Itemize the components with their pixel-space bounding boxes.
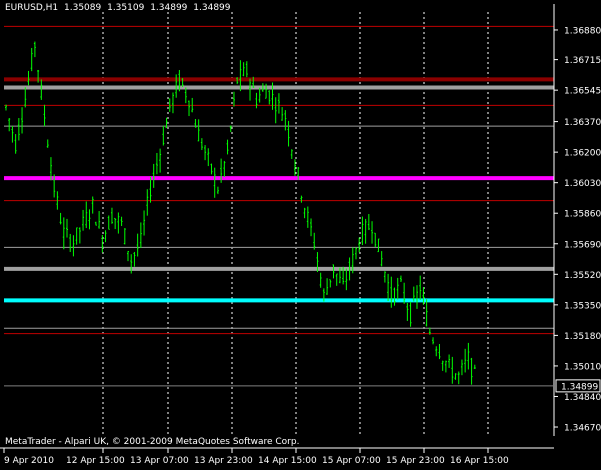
y-tick-label: 1.36715 xyxy=(564,56,601,66)
chart-header: EURUSD,H1 1.35089 1.35109 1.34899 1.3489… xyxy=(5,3,234,13)
y-tick-label: 1.36370 xyxy=(564,118,601,128)
y-tick-label: 1.35690 xyxy=(564,240,601,250)
y-tick-label: 1.36200 xyxy=(564,149,601,159)
grid-lines xyxy=(102,12,489,436)
x-tick-label: 15 Apr 07:00 xyxy=(322,456,381,466)
y-tick-label: 1.35180 xyxy=(564,332,601,342)
symbol-label: EURUSD,H1 xyxy=(5,3,59,13)
y-tick-label: 1.35520 xyxy=(564,271,601,281)
copyright-text: MetaTrader - Alpari UK, © 2001-2009 Meta… xyxy=(5,437,300,447)
y-tick-label: 1.35010 xyxy=(564,362,601,372)
high-value: 1.35109 xyxy=(107,3,145,13)
close-value: 1.34899 xyxy=(193,3,231,13)
y-tick-label: 1.36030 xyxy=(564,179,601,189)
open-value: 1.35089 xyxy=(64,3,102,13)
x-tick-label: 15 Apr 23:00 xyxy=(386,456,445,466)
axes: 1.36880 1.36715 1.36545 1.36370 1.36200 1.360… xyxy=(0,4,601,466)
y-tick-label: 1.34840 xyxy=(564,393,601,403)
x-tick-label: 13 Apr 07:00 xyxy=(130,456,189,466)
y-tick-label: 1.35860 xyxy=(564,210,601,220)
x-tick-label: 14 Apr 15:00 xyxy=(258,456,317,466)
x-tick-label: 13 Apr 23:00 xyxy=(194,456,253,466)
y-tick-label: 1.34670 xyxy=(564,424,601,434)
y-tick-label: 1.35350 xyxy=(564,301,601,311)
horizontal-levels xyxy=(4,25,554,335)
x-tick-label: 9 Apr 2010 xyxy=(4,456,54,466)
x-tick-label: 12 Apr 15:00 xyxy=(66,456,125,466)
x-tick-label: 16 Apr 15:00 xyxy=(450,456,509,466)
y-tick-label: 1.36545 xyxy=(564,87,601,97)
low-value: 1.34899 xyxy=(150,3,188,13)
price-chart[interactable]: 1.36880 1.36715 1.36545 1.36370 1.36200 1.360… xyxy=(0,0,601,470)
current-price-label: 1.34899 xyxy=(561,382,598,392)
y-tick-label: 1.36880 xyxy=(564,26,601,36)
